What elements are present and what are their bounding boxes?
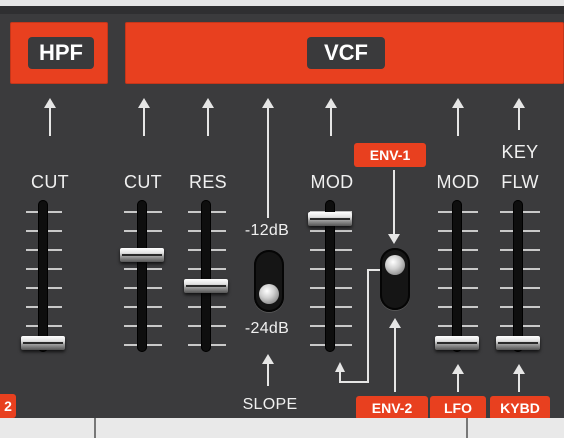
slope-high-label: -12dB <box>244 222 290 239</box>
left-edge-tag: 2 <box>0 394 16 418</box>
arrow-down-icon <box>388 170 400 244</box>
arrow-up-icon <box>138 98 150 136</box>
key-label-top: KEY <box>501 142 539 162</box>
env-route-line <box>335 269 380 383</box>
hpf-cut-slider[interactable] <box>21 335 65 350</box>
vcf-lfo-mod-track <box>452 200 462 352</box>
arrow-up-icon <box>202 98 214 136</box>
vcf-env-mod-slider[interactable] <box>308 211 352 226</box>
env-2-tag[interactable]: ENV-2 <box>356 396 428 420</box>
bottom-divider <box>466 418 468 438</box>
vcf-cut-track <box>137 200 147 352</box>
arrow-up-icon <box>513 98 525 130</box>
bottom-strip <box>0 418 564 438</box>
env-1-tag[interactable]: ENV-1 <box>354 143 426 167</box>
vcf-res-track <box>201 200 211 352</box>
vcf-lfo-mod-slider[interactable] <box>435 335 479 350</box>
arrow-up-icon <box>44 98 56 136</box>
bottom-divider <box>94 418 96 438</box>
vcf-env-mod-label: MOD <box>310 172 354 192</box>
vcf-key-follow-slider[interactable] <box>496 335 540 350</box>
lfo-tag[interactable]: LFO <box>430 396 486 420</box>
arrow-up-icon <box>452 98 464 136</box>
vcf-section-label: VCF <box>307 37 385 69</box>
kybd-tag[interactable]: KYBD <box>490 396 550 420</box>
env-source-switch-ball <box>385 255 405 275</box>
vcf-lfo-mod-label: MOD <box>436 172 480 192</box>
arrow-up-icon <box>389 318 401 392</box>
arrow-up-icon <box>262 98 274 218</box>
arrow-up-icon <box>513 364 525 392</box>
slope-switch-ball <box>259 284 279 304</box>
arrow-up-icon <box>452 364 464 392</box>
vcf-res-label: RES <box>189 172 227 192</box>
arrow-up-icon <box>325 98 337 136</box>
hpf-cut-track <box>38 200 48 352</box>
vcf-cut-label: CUT <box>124 172 162 192</box>
vcf-res-slider[interactable] <box>184 279 228 294</box>
slope-switch[interactable] <box>254 250 284 312</box>
hpf-cut-label: CUT <box>31 172 69 192</box>
top-gap <box>0 6 564 14</box>
vcf-cut-slider[interactable] <box>120 248 164 263</box>
hpf-section-label: HPF <box>28 37 94 69</box>
key-label-bottom: FLW <box>501 172 539 192</box>
slope-label: SLOPE <box>242 396 298 413</box>
arrow-up-icon <box>262 354 274 386</box>
slope-low-label: -24dB <box>244 320 290 337</box>
vcf-key-track <box>513 200 523 352</box>
